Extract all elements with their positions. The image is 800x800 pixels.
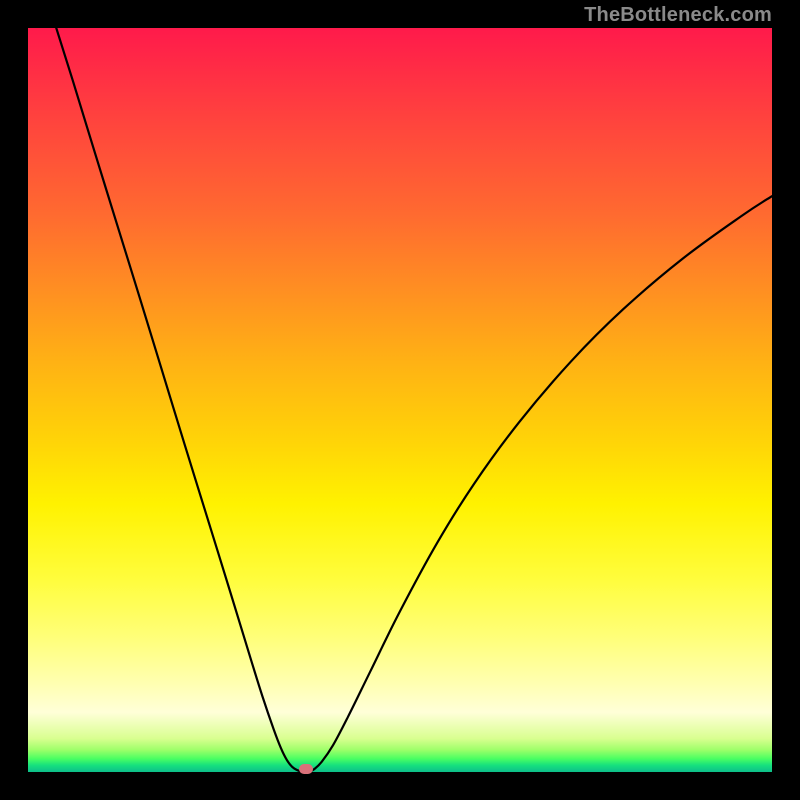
watermark-text: TheBottleneck.com bbox=[584, 4, 772, 27]
optimal-point-marker bbox=[299, 764, 313, 774]
plot-area bbox=[28, 28, 772, 772]
chart-stage: TheBottleneck.com bbox=[0, 0, 800, 800]
bottleneck-curve-left bbox=[56, 28, 305, 772]
curve-svg bbox=[28, 28, 772, 772]
bottleneck-curve-right bbox=[306, 196, 772, 772]
